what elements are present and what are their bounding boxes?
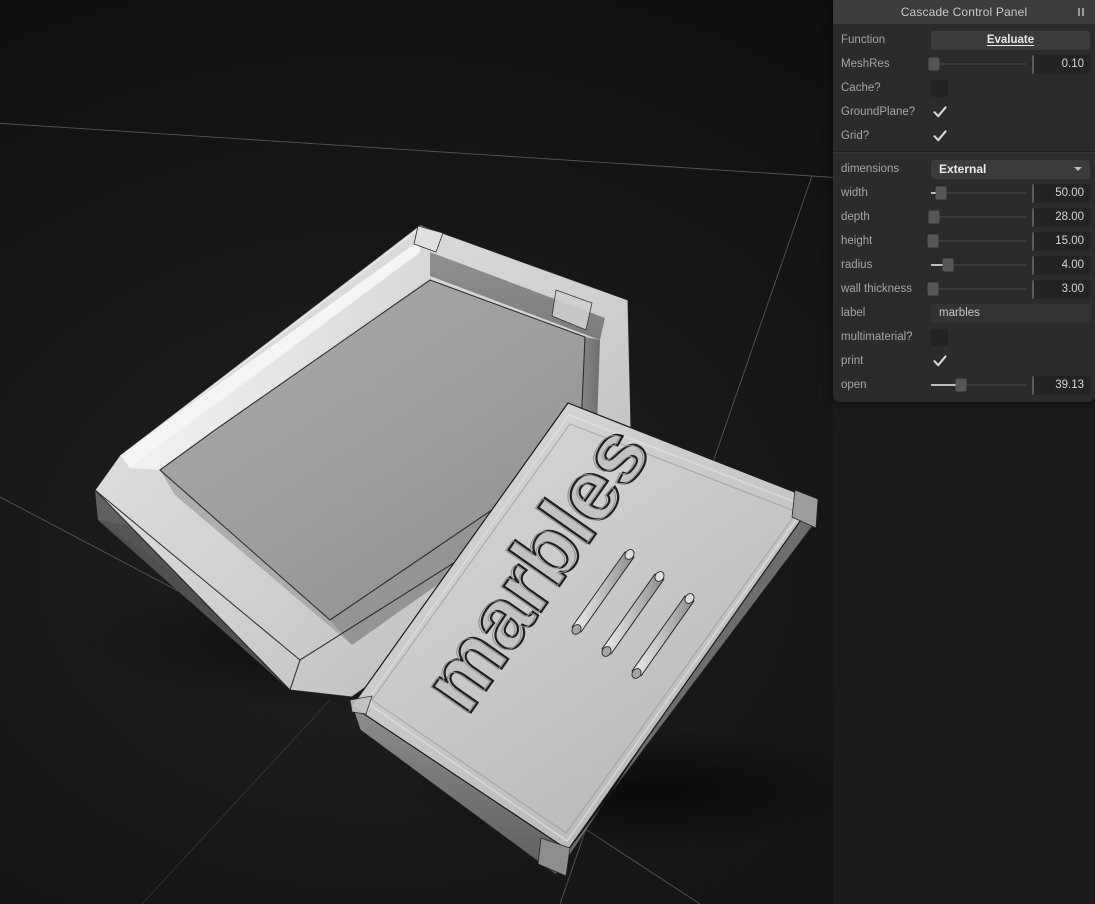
slider-track bbox=[931, 63, 1026, 65]
row-meshres: MeshRes 0.10 bbox=[833, 52, 1095, 76]
open-value-field[interactable]: 39.13 bbox=[1032, 375, 1090, 395]
control-multimaterial bbox=[931, 328, 1090, 346]
check-icon bbox=[932, 355, 947, 367]
check-icon bbox=[932, 130, 947, 142]
label-height: height bbox=[841, 235, 873, 247]
grid-checkbox[interactable] bbox=[931, 128, 948, 145]
row-multimaterial: multimaterial? bbox=[833, 325, 1095, 349]
row-cache: Cache? bbox=[833, 76, 1095, 100]
slider-handle[interactable] bbox=[935, 186, 946, 200]
multimaterial-checkbox[interactable] bbox=[931, 328, 948, 346]
meshres-value-field[interactable]: 0.10 bbox=[1032, 54, 1090, 74]
chevron-down-icon bbox=[1074, 167, 1082, 171]
row-grid: Grid? bbox=[833, 124, 1095, 148]
panel-body: Function Evaluate MeshRes 0.10 Cache? GroundP… bbox=[833, 25, 1095, 402]
control-print bbox=[931, 353, 1090, 370]
control-grid bbox=[931, 128, 1090, 145]
control-wall-thickness: 3.00 bbox=[927, 279, 1090, 299]
control-depth: 28.00 bbox=[928, 207, 1090, 227]
control-label: marbles bbox=[931, 303, 1090, 323]
control-open: 39.13 bbox=[931, 375, 1090, 395]
radius-value-field[interactable]: 4.00 bbox=[1032, 255, 1090, 275]
meshres-slider[interactable] bbox=[928, 55, 1026, 74]
label-depth: depth bbox=[841, 211, 870, 223]
row-open: open 39.13 bbox=[833, 373, 1095, 397]
wall-thickness-slider[interactable] bbox=[927, 280, 1026, 299]
slider-handle[interactable] bbox=[927, 234, 939, 248]
panel-title-bar[interactable]: Cascade Control Panel bbox=[833, 0, 1095, 25]
open-slider[interactable] bbox=[931, 376, 1026, 395]
depth-value-field[interactable]: 28.00 bbox=[1032, 207, 1090, 227]
control-function: Evaluate bbox=[931, 30, 1090, 50]
row-wall-thickness: wall thickness 3.00 bbox=[833, 277, 1095, 301]
row-dimensions: dimensions External bbox=[833, 157, 1095, 181]
app-root: marbles marbles Cascade Control Panel Fu… bbox=[0, 0, 1095, 904]
control-radius: 4.00 bbox=[931, 255, 1090, 275]
label-function: Function bbox=[841, 34, 886, 46]
dimensions-selected-value: External bbox=[939, 162, 987, 176]
slider-handle[interactable] bbox=[955, 378, 967, 392]
row-function: Function Evaluate bbox=[833, 28, 1095, 52]
label-text-input[interactable]: marbles bbox=[931, 303, 1090, 323]
label-grid: Grid? bbox=[841, 130, 870, 142]
check-icon bbox=[932, 106, 947, 118]
label-dimensions: dimensions bbox=[841, 163, 900, 175]
row-depth: depth 28.00 bbox=[833, 205, 1095, 229]
label-groundplane: GroundPlane? bbox=[841, 106, 916, 118]
groundplane-checkbox[interactable] bbox=[931, 104, 948, 121]
row-width: width 50.00 bbox=[833, 181, 1095, 205]
height-value-field[interactable]: 15.00 bbox=[1032, 231, 1090, 251]
width-slider[interactable] bbox=[931, 184, 1026, 203]
control-height: 15.00 bbox=[927, 231, 1090, 251]
panel-title-text: Cascade Control Panel bbox=[900, 5, 1028, 19]
label-cache: Cache? bbox=[841, 82, 881, 94]
control-width: 50.00 bbox=[931, 183, 1090, 203]
print-checkbox[interactable] bbox=[931, 353, 948, 370]
control-dimensions: External bbox=[931, 159, 1090, 179]
slider-handle[interactable] bbox=[942, 258, 954, 272]
slider-track bbox=[931, 240, 1026, 242]
control-cache bbox=[931, 79, 1090, 97]
row-label: label marbles bbox=[833, 301, 1095, 325]
label-print: print bbox=[841, 355, 864, 367]
height-slider[interactable] bbox=[927, 232, 1026, 251]
row-print: print bbox=[833, 349, 1095, 373]
row-height: height 15.00 bbox=[833, 229, 1095, 253]
radius-slider[interactable] bbox=[931, 256, 1026, 275]
label-meshres: MeshRes bbox=[841, 58, 890, 70]
label-radius: radius bbox=[841, 259, 873, 271]
depth-slider[interactable] bbox=[928, 208, 1026, 227]
function-button[interactable]: Evaluate bbox=[931, 30, 1090, 50]
slider-handle[interactable] bbox=[927, 282, 939, 296]
label-multimaterial: multimaterial? bbox=[841, 331, 913, 343]
pause-icon[interactable] bbox=[1078, 8, 1084, 16]
dimensions-select[interactable]: External bbox=[931, 159, 1090, 179]
label-width: width bbox=[841, 187, 868, 199]
cascade-control-panel: Cascade Control Panel Function Evaluate Me… bbox=[833, 0, 1095, 402]
label-open: open bbox=[841, 379, 867, 391]
slider-track bbox=[931, 216, 1026, 218]
slider-handle[interactable] bbox=[928, 57, 940, 71]
control-meshres: 0.10 bbox=[928, 54, 1090, 74]
cache-checkbox[interactable] bbox=[931, 79, 948, 97]
row-groundplane: GroundPlane? bbox=[833, 100, 1095, 124]
control-groundplane bbox=[931, 104, 1090, 121]
slider-handle[interactable] bbox=[928, 210, 940, 224]
label-wall-thickness: wall thickness bbox=[841, 283, 912, 295]
slider-track bbox=[931, 288, 1026, 290]
wall-thickness-value-field[interactable]: 3.00 bbox=[1032, 279, 1090, 299]
label-label: label bbox=[841, 307, 866, 319]
section-divider bbox=[833, 151, 1095, 153]
width-value-field[interactable]: 50.00 bbox=[1032, 183, 1090, 203]
row-radius: radius 4.00 bbox=[833, 253, 1095, 277]
